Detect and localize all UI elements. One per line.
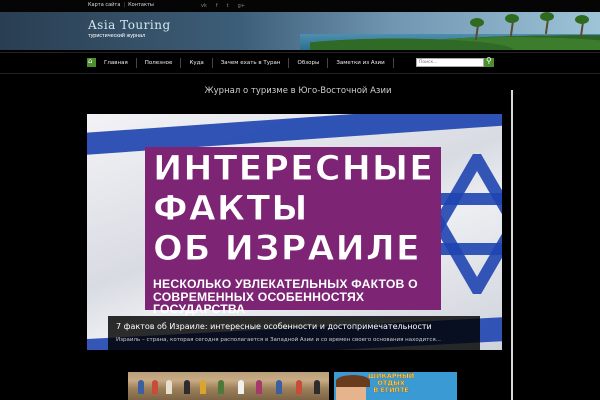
top-links: Карта сайта | Контакты <box>88 2 154 8</box>
header-island <box>310 30 600 50</box>
google-plus-icon[interactable]: g+ <box>238 3 245 9</box>
featured-post-excerpt: Израиль – страна, которая сегодня распол… <box>116 337 441 343</box>
palm-tree-icon <box>505 14 519 37</box>
palm-tree-icon <box>470 18 484 41</box>
post-thumbnail[interactable]: ШИКАРНЫЙ ОТДЫХ В ЕГИПТЕ <box>334 372 457 400</box>
nav-item-where[interactable]: Куда <box>181 58 213 68</box>
nav-item-home[interactable]: Главная <box>96 58 137 68</box>
headline-line-1: ИНТЕРЕСНЫЕ <box>152 149 435 189</box>
page-title: Журнал о туризме в Юго-Восточной Азии <box>204 86 392 96</box>
palm-tree-icon <box>540 12 554 35</box>
palm-tree-icon <box>575 15 589 38</box>
thumbnail-headline: ШИКАРНЫЙ ОТДЫХ В ЕГИПТЕ <box>368 372 415 394</box>
nav-items: Главная Полезное Куда Зачем ехать в Тура… <box>96 58 394 68</box>
headline-sub-1: НЕСКОЛЬКО УВЛЕКАТЕЛЬНЫХ ФАКТОВ О <box>153 277 418 291</box>
logo-subtitle: туристический журнал <box>88 33 146 39</box>
social-links: vk f t g+ <box>201 3 245 9</box>
thumbnail-headline-line-3: В ЕГИПТЕ <box>373 386 409 394</box>
site-logo[interactable]: Asia Touring туристический журнал <box>88 18 171 39</box>
facebook-icon[interactable]: f <box>216 3 218 9</box>
nav-item-useful[interactable]: Полезное <box>137 58 182 68</box>
thumbnail-figure <box>152 380 158 394</box>
top-link-separator: | <box>123 2 126 8</box>
main-nav: Главная Полезное Куда Зачем ехать в Тура… <box>0 52 600 74</box>
post-thumbnail[interactable] <box>128 372 329 400</box>
thumbnail-person <box>336 375 370 400</box>
thumbnail-figure <box>314 380 320 394</box>
vk-icon[interactable]: vk <box>201 3 207 9</box>
contacts-link[interactable]: Контакты <box>128 2 154 8</box>
thumbnail-figure <box>296 380 302 394</box>
thumbnail-figure <box>200 380 206 394</box>
thumbnail-figure <box>238 380 244 394</box>
featured-caption: 7 фактов об Израиле: интересные особенно… <box>108 316 480 350</box>
featured-post-image[interactable]: ИНТЕРЕСНЫЕ ФАКТЫ ОБ ИЗРАИЛЕ НЕСКОЛЬКО УВ… <box>87 114 502 350</box>
site-header: Asia Touring туристический журнал <box>0 12 600 50</box>
thumbnail-figure <box>276 380 282 394</box>
featured-post-title[interactable]: 7 фактов об Израиле: интересные особенно… <box>116 322 432 331</box>
headline-line-3: ОБ ИЗРАИЛЕ <box>153 229 421 269</box>
sitemap-link[interactable]: Карта сайта <box>88 2 120 8</box>
top-bar: Карта сайта | Контакты vk f t g+ <box>0 0 600 12</box>
headline-line-2: ФАКТЫ <box>153 189 309 229</box>
thumbnail-figure <box>184 380 190 394</box>
thumbnail-figure <box>256 380 262 394</box>
logo-title: Asia Touring <box>88 18 171 32</box>
search-input[interactable]: Поиск... <box>416 58 484 67</box>
headline-panel: ИНТЕРЕСНЫЕ ФАКТЫ ОБ ИЗРАИЛЕ НЕСКОЛЬКО УВ… <box>145 147 441 315</box>
home-icon[interactable] <box>87 57 96 67</box>
headline-sub-2: СОВРЕМЕННЫХ ОСОБЕННОСТЯХ ГОСУДАРСТВА <box>153 290 365 316</box>
thumbnail-figure <box>166 380 172 394</box>
sidebar-divider <box>511 90 513 400</box>
nav-item-notes[interactable]: Заметки из Азии <box>328 58 394 68</box>
twitter-icon[interactable]: t <box>227 3 229 9</box>
search-icon[interactable] <box>484 56 494 67</box>
nav-item-reviews[interactable]: Обзоры <box>289 58 329 68</box>
thumbnail-figure <box>218 380 224 394</box>
thumbnail-figure <box>138 380 144 394</box>
nav-item-why[interactable]: Зачем ехать в Туран <box>213 58 290 68</box>
